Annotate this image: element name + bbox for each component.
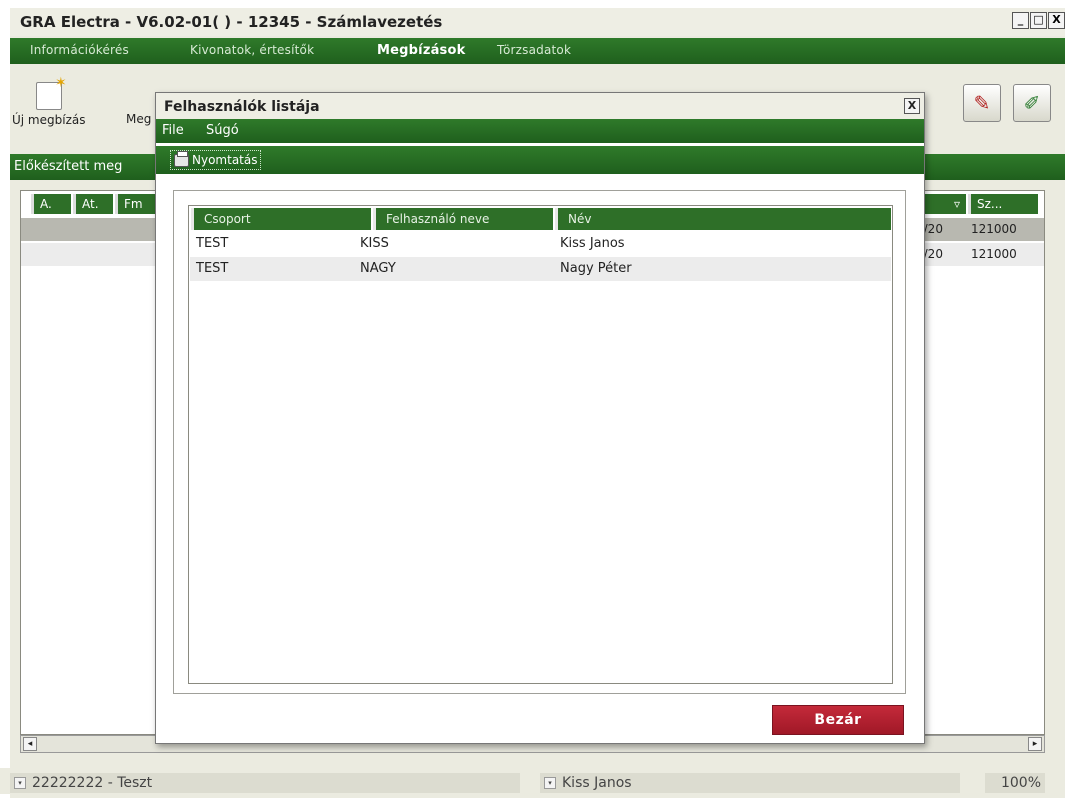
new-order-label: Új megbízás bbox=[12, 113, 86, 127]
grid-header-fm[interactable]: Fm bbox=[115, 194, 155, 214]
cell-csoport: TEST bbox=[196, 261, 229, 276]
dropdown-icon: ▾ bbox=[544, 777, 556, 789]
menu-item-kivonatok[interactable]: Kivonatok, értesítők bbox=[190, 43, 314, 57]
grid-header-at[interactable]: At. bbox=[73, 194, 113, 214]
dialog-title: Felhasználók listája bbox=[164, 99, 320, 115]
dialog-menu: File Súgó bbox=[156, 119, 924, 143]
row-code: 121000 bbox=[971, 247, 1017, 261]
dialog-menu-sugo[interactable]: Súgó bbox=[206, 123, 239, 138]
account-selector[interactable]: ▾ 22222222 - Teszt bbox=[10, 773, 520, 793]
section-label: Előkészített meg bbox=[14, 159, 123, 174]
dialog-close-icon[interactable]: X bbox=[904, 98, 920, 114]
cell-nev: Kiss Janos bbox=[560, 236, 625, 251]
close-window-button[interactable]: X bbox=[1048, 12, 1065, 29]
new-order-button[interactable]: ✶ Új megbízás bbox=[12, 75, 86, 127]
column-header-nev[interactable]: Név bbox=[555, 208, 891, 230]
partial-label: Meg bbox=[126, 112, 152, 126]
table-row[interactable]: TEST KISS Kiss Janos bbox=[190, 232, 891, 256]
cell-nev: Nagy Péter bbox=[560, 261, 632, 276]
window-controls: _ □ X bbox=[1012, 12, 1065, 29]
column-header-csoport[interactable]: Csoport bbox=[191, 208, 371, 230]
dropdown-icon: ▾ bbox=[14, 777, 26, 789]
close-button[interactable]: Bezár bbox=[772, 705, 904, 735]
main-menu: Információkérés Kivonatok, értesítők Meg… bbox=[10, 38, 1065, 64]
dialog-toolbar: Nyomtatás bbox=[156, 146, 924, 174]
user-selector[interactable]: ▾ Kiss Janos bbox=[540, 773, 960, 793]
users-list-dialog: Felhasználók listája X File Súgó Nyomtat… bbox=[155, 92, 925, 744]
book-green-icon[interactable]: ✐ bbox=[1013, 84, 1051, 122]
zoom-level: 100% bbox=[985, 773, 1045, 793]
scroll-right-icon[interactable]: ▸ bbox=[1028, 737, 1042, 751]
title-bar: GRA Electra - V6.02-01( ) - 12345 - Szám… bbox=[10, 8, 1065, 36]
maximize-button[interactable]: □ bbox=[1030, 12, 1047, 29]
toolbar-button-partial[interactable]: Meg bbox=[126, 112, 151, 126]
minimize-button[interactable]: _ bbox=[1012, 12, 1029, 29]
new-order-icon: ✶ bbox=[35, 75, 67, 110]
column-header-felhasznalo-neve[interactable]: Felhasználó neve bbox=[373, 208, 553, 230]
status-bar: ▾ 22222222 - Teszt ▾ Kiss Janos 100% bbox=[0, 768, 1055, 794]
menu-item-informaciokeres[interactable]: Információkérés bbox=[30, 43, 129, 57]
menu-item-torzsadatok[interactable]: Törzsadatok bbox=[497, 43, 571, 57]
cell-csoport: TEST bbox=[196, 236, 229, 251]
cell-felhasznalo-neve: NAGY bbox=[360, 261, 396, 276]
users-table: Csoport Felhasználó neve Név TEST KISS K… bbox=[188, 205, 893, 684]
account-value: 22222222 - Teszt bbox=[32, 775, 153, 791]
grid-header-a[interactable]: A. bbox=[31, 194, 71, 214]
book-red-icon[interactable]: ✎ bbox=[963, 84, 1001, 122]
cell-felhasznalo-neve: KISS bbox=[360, 236, 389, 251]
window-title: GRA Electra - V6.02-01( ) - 12345 - Szám… bbox=[20, 13, 443, 31]
print-label: Nyomtatás bbox=[192, 153, 258, 167]
dialog-content: Csoport Felhasználó neve Név TEST KISS K… bbox=[173, 190, 906, 694]
dialog-title-bar: Felhasználók listája X bbox=[156, 93, 924, 119]
grid-header-sz[interactable]: Sz... bbox=[968, 194, 1038, 214]
print-button[interactable]: Nyomtatás bbox=[170, 150, 262, 170]
menu-item-megbizasok[interactable]: Megbízások bbox=[377, 43, 465, 58]
table-row[interactable]: TEST NAGY Nagy Péter bbox=[190, 257, 891, 281]
scroll-left-icon[interactable]: ◂ bbox=[23, 737, 37, 751]
printer-icon bbox=[174, 150, 189, 167]
dialog-menu-file[interactable]: File bbox=[162, 123, 184, 138]
user-value: Kiss Janos bbox=[562, 775, 632, 791]
row-code: 121000 bbox=[971, 222, 1017, 236]
